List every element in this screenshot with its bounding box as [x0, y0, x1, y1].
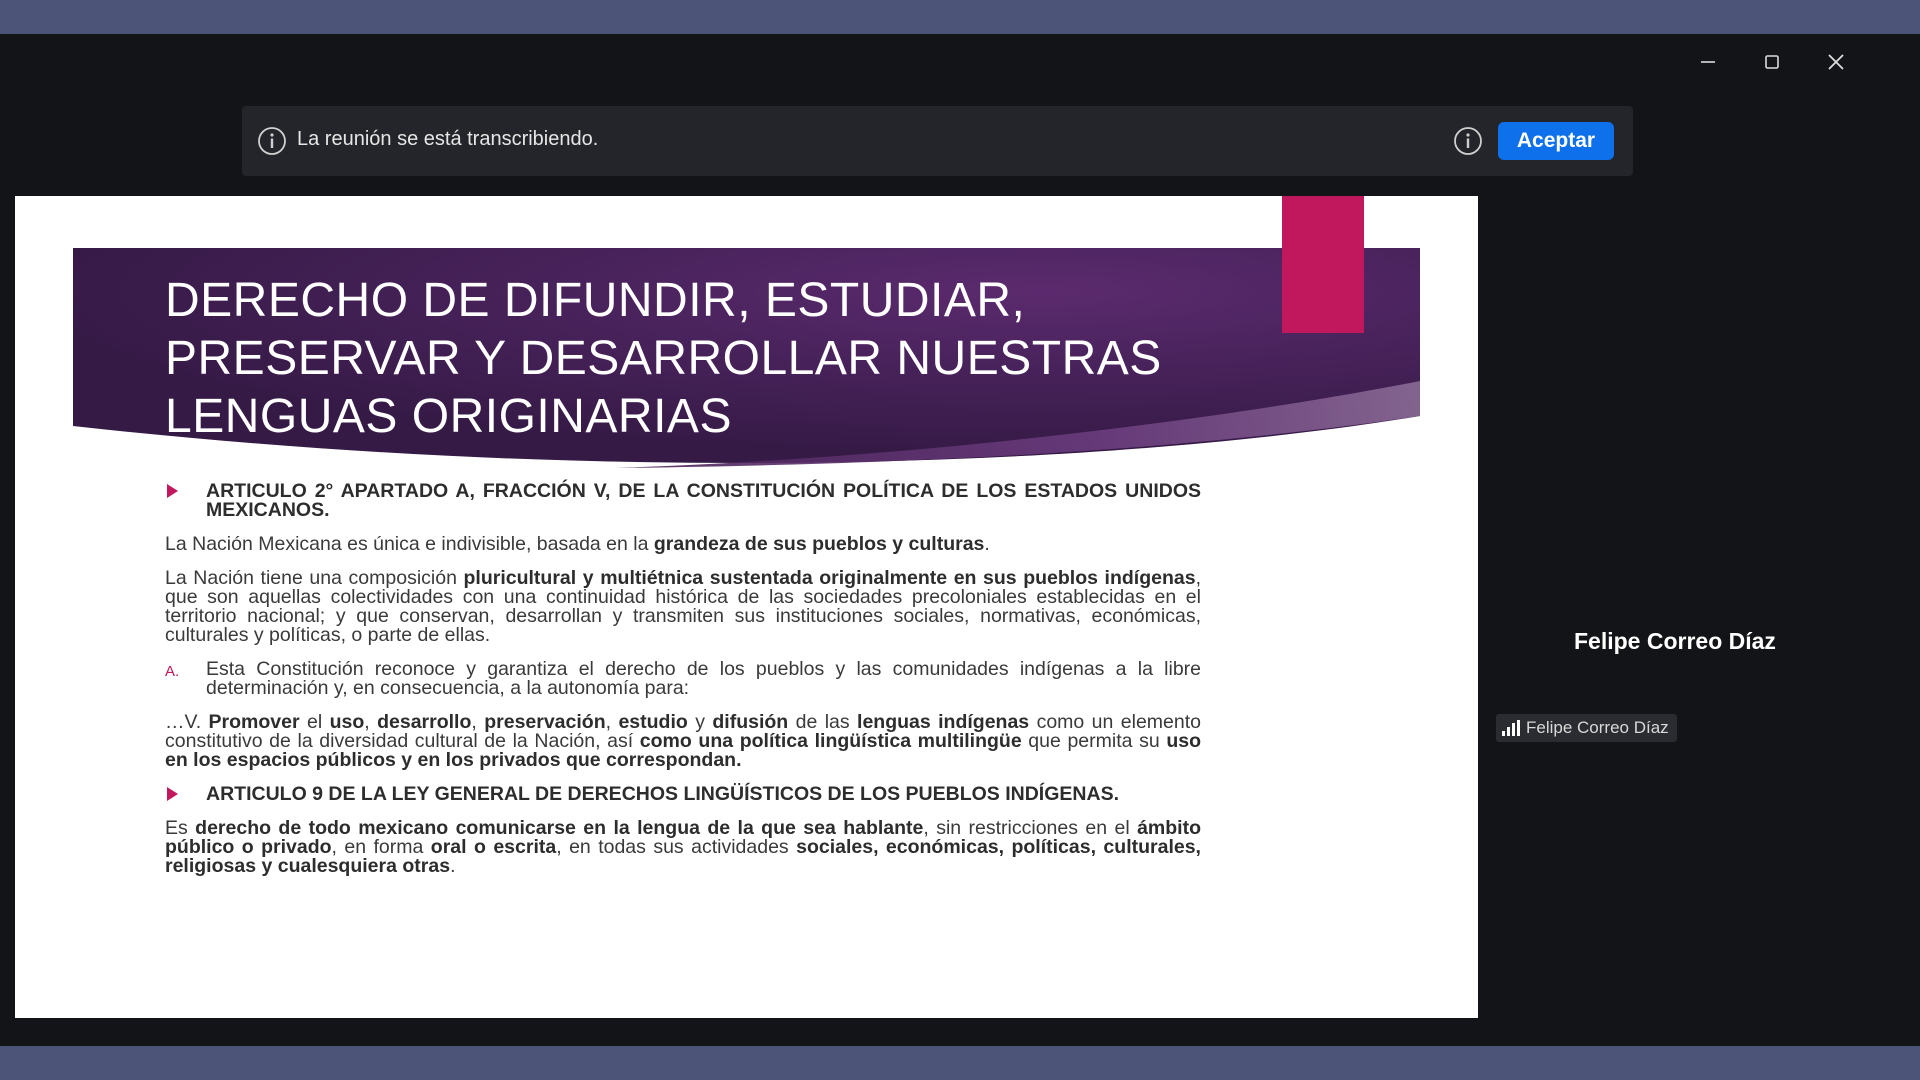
title-line: LENGUAS ORIGINARIAS: [165, 390, 732, 443]
text: , en todas sus actividades: [556, 836, 797, 858]
title-line: DERECHO DE DIFUNDIR, ESTUDIAR,: [165, 274, 1026, 327]
title-line: PRESERVAR Y DESARROLLAR NUESTRAS: [165, 332, 1162, 385]
paragraph: …V. Promover el uso, desarrollo, preserv…: [165, 712, 1201, 770]
accept-button[interactable]: Aceptar: [1498, 122, 1614, 160]
maximize-icon: [1765, 55, 1779, 69]
signal-strength-icon: [1502, 720, 1520, 736]
slide-content: ARTICULO 2° APARTADO A, FRACCIÓN V, DE L…: [165, 480, 1201, 877]
close-button[interactable]: [1808, 44, 1864, 80]
minimize-icon: [1701, 61, 1715, 63]
slide-title: DERECHO DE DIFUNDIR, ESTUDIAR, PRESERVAR…: [165, 272, 1165, 446]
minimize-button[interactable]: [1680, 44, 1736, 80]
text: La Nación Mexicana es única e indivisibl…: [165, 533, 654, 555]
text: .: [984, 533, 990, 555]
participant-name: Felipe Correo Díaz: [1574, 628, 1776, 654]
transcription-notice: La reunión se está transcribiendo. Acept…: [242, 106, 1633, 176]
close-icon: [1828, 54, 1844, 70]
participant-tag[interactable]: Felipe Correo Díaz: [1496, 714, 1677, 742]
info-icon: [257, 126, 287, 161]
bullet-text: ARTICULO 2° APARTADO A, FRACCIÓN V, DE L…: [206, 480, 1201, 521]
text: .: [450, 855, 456, 877]
triangle-bullet-icon: [167, 484, 178, 498]
bullet-heading: ARTICULO 2° APARTADO A, FRACCIÓN V, DE L…: [165, 480, 1201, 521]
info-icon[interactable]: [1453, 126, 1483, 161]
participant-tag-label: Felipe Correo Díaz: [1526, 718, 1669, 737]
bullet-text: ARTICULO 9 DE LA LEY GENERAL DE DERECHOS…: [206, 783, 1119, 805]
paragraph: Es derecho de todo mexicano comunicarse …: [165, 818, 1201, 877]
maximize-button[interactable]: [1744, 44, 1800, 80]
meeting-window: La reunión se está transcribiendo. Acept…: [0, 34, 1920, 1046]
paragraph: La Nación tiene una composición pluricul…: [165, 568, 1201, 645]
text: Esta Constitución reconoce y garantiza e…: [206, 658, 1201, 699]
bullet-heading: ARTICULO 9 DE LA LEY GENERAL DE DERECHOS…: [165, 783, 1201, 805]
text: que permita su: [1021, 730, 1167, 752]
list-letter: A.: [165, 663, 180, 680]
bold-text: grandeza de sus pueblos y culturas: [653, 533, 985, 555]
shared-slide: DERECHO DE DIFUNDIR, ESTUDIAR, PRESERVAR…: [15, 196, 1478, 1018]
paragraph: La Nación Mexicana es única e indivisibl…: [165, 533, 1201, 555]
accent-block: [1282, 196, 1364, 333]
notice-text: La reunión se está transcribiendo.: [297, 128, 599, 150]
triangle-bullet-icon: [167, 787, 178, 801]
list-item: A. Esta Constitución reconoce y garantiz…: [165, 658, 1201, 699]
